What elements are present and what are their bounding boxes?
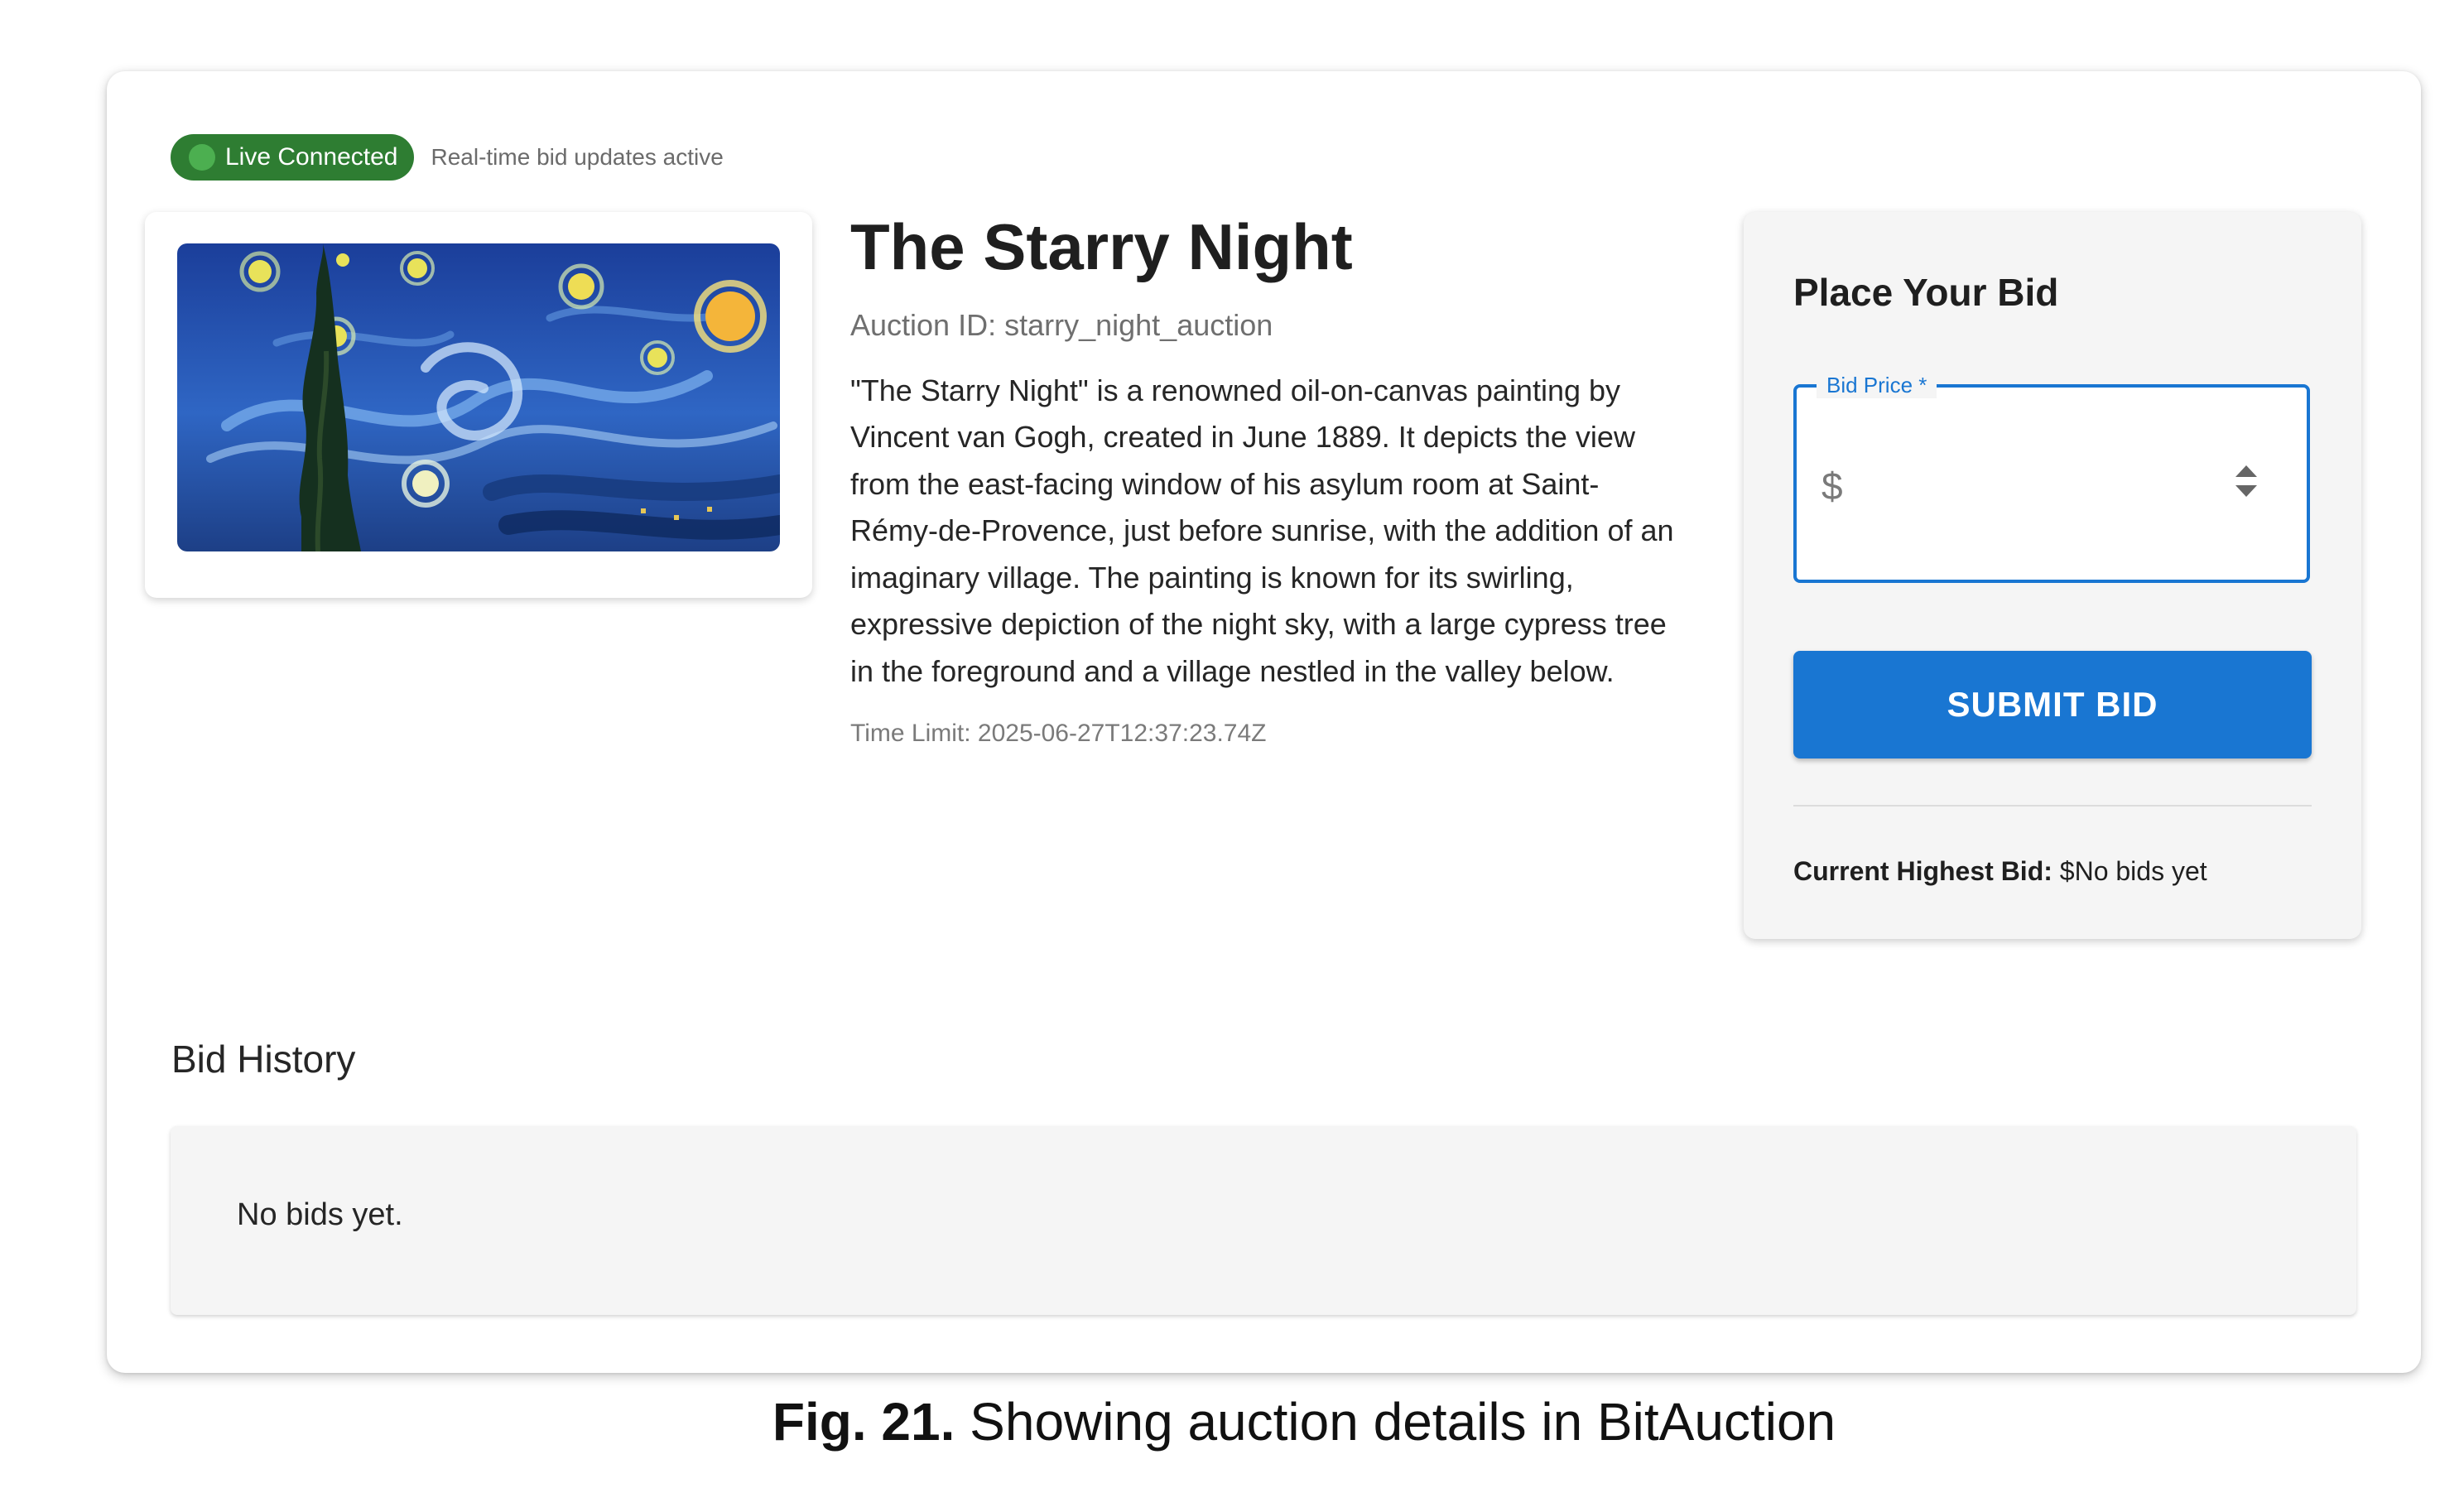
bid-history-empty-text: No bids yet. [237,1197,403,1232]
number-stepper[interactable] [2235,465,2257,497]
auction-id: Auction ID: starry_night_auction [850,307,1273,342]
auction-title: The Starry Night [850,210,1353,283]
increment-arrow-icon[interactable] [2235,465,2257,477]
bid-panel-title: Place Your Bid [1793,271,2059,314]
auction-time-limit: Time Limit: 2025-06-27T12:37:23.74Z [850,720,1267,748]
bid-history-title: Bid History [171,1038,356,1081]
current-highest-bid: Current Highest Bid: $No bids yet [1793,856,2207,887]
auction-details: The Starry Night Auction ID: starry_nigh… [850,210,1687,748]
status-subtitle: Real-time bid updates active [431,144,724,170]
artwork-image [177,243,780,551]
divider [1793,805,2312,807]
bid-history-list: No bids yet. [171,1126,2356,1315]
figure-caption: Fig. 21. Showing auction details in BitA… [0,1391,2464,1452]
auction-detail-card: Live Connected Real-time bid updates act… [107,71,2421,1373]
artwork-image-card [145,212,812,598]
highest-bid-label: Current Highest Bid: [1793,856,2053,886]
bid-price-field[interactable]: Bid Price * $ [1793,373,2310,583]
live-status-badge: Live Connected [171,134,415,181]
caption-prefix: Fig. 21. [772,1392,955,1452]
submit-bid-button[interactable]: SUBMIT BID [1793,651,2312,758]
auction-description: "The Starry Night" is a renowned oil-on-… [850,373,1674,688]
bid-price-label: Bid Price * [1817,373,1937,398]
place-bid-panel: Place Your Bid Bid Price * $ SUBMIT BID … [1744,212,2361,939]
currency-symbol: $ [1822,465,1843,508]
decrement-arrow-icon[interactable] [2235,485,2257,497]
connection-status: Live Connected Real-time bid updates act… [171,134,724,181]
badge-label: Live Connected [225,143,398,171]
status-dot-icon [189,144,215,171]
caption-text: Showing auction details in BitAuction [970,1392,1836,1452]
highest-bid-value: $No bids yet [2059,856,2207,886]
